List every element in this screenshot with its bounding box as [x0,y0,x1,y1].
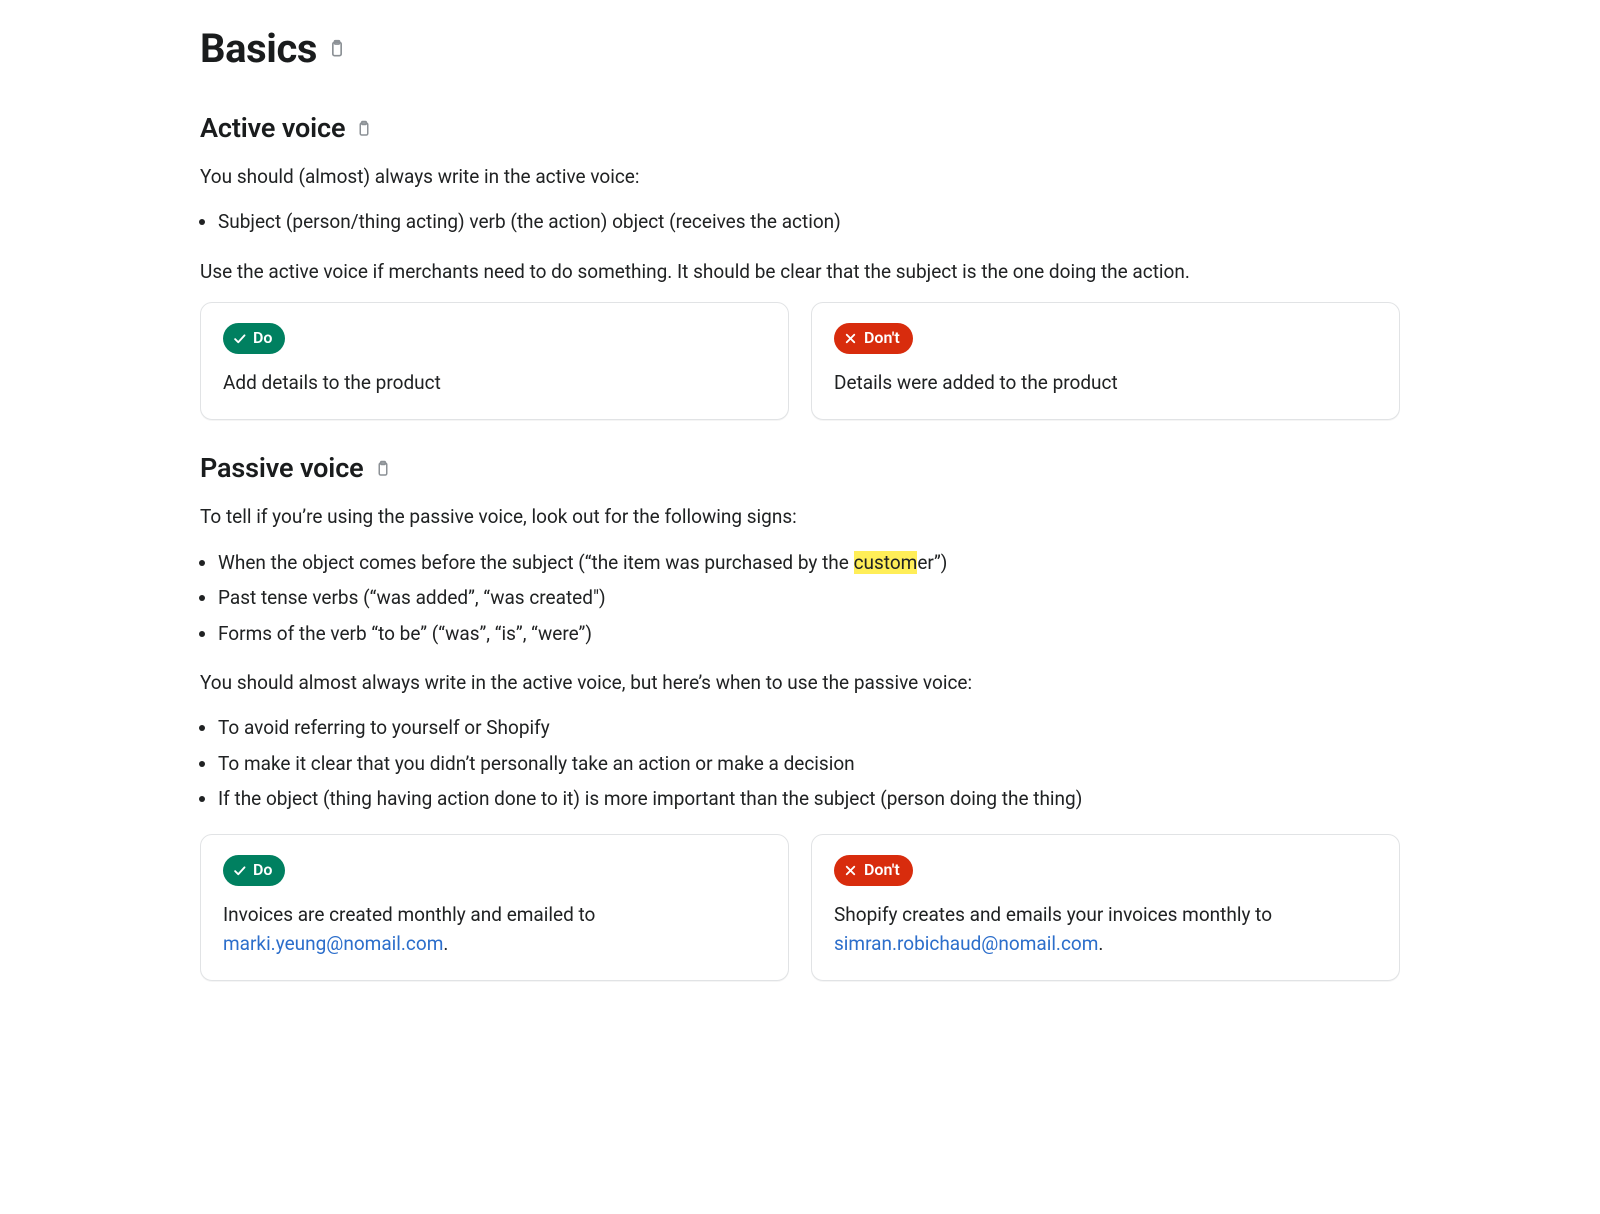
check-icon [232,331,247,346]
list-item: When the object comes before the subject… [218,548,1400,577]
text: Invoices are created monthly and emailed… [223,903,595,926]
bullet-list: When the object comes before the subject… [200,548,1400,648]
x-icon [843,331,858,346]
page-title: Basics [200,18,1400,80]
text: Shopify creates and emails your invoices… [834,903,1272,926]
email-link[interactable]: simran.robichaud@nomail.com [834,932,1098,955]
text: . [443,932,448,955]
list-item: Past tense verbs (“was added”, “was crea… [218,583,1400,612]
bullet-list: Subject (person/thing acting) verb (the … [200,207,1400,236]
do-card: Do Add details to the product [200,302,789,420]
paragraph: You should (almost) always write in the … [200,162,1400,191]
badge-label: Don't [864,858,900,883]
section-heading-active-voice: Active voice [200,108,1400,150]
list-item: To avoid referring to yourself or Shopif… [218,713,1400,742]
list-item: Subject (person/thing acting) verb (the … [218,207,1400,236]
do-badge: Do [223,323,285,354]
dont-card: Don't Shopify creates and emails your in… [811,834,1400,982]
paragraph: To tell if you’re using the passive voic… [200,502,1400,531]
email-link[interactable]: marki.yeung@nomail.com [223,932,443,955]
badge-label: Do [253,326,272,351]
text: When the object comes before the subject… [218,551,854,574]
clipboard-icon[interactable] [374,460,392,478]
check-icon [232,863,247,878]
text: . [1098,932,1103,955]
heading-text: Active voice [200,108,345,150]
section-heading-passive-voice: Passive voice [200,448,1400,490]
card-body: Invoices are created monthly and emailed… [223,900,766,959]
do-badge: Do [223,855,285,886]
badge-label: Don't [864,326,900,351]
highlighted-text: custom [854,551,918,574]
example-cards: Do Invoices are created monthly and emai… [200,834,1400,982]
card-body: Add details to the product [223,368,766,397]
x-icon [843,863,858,878]
clipboard-icon[interactable] [355,120,373,138]
list-item: Forms of the verb “to be” (“was”, “is”, … [218,619,1400,648]
dont-card: Don't Details were added to the product [811,302,1400,420]
clipboard-icon[interactable] [327,39,347,59]
page-title-text: Basics [200,18,317,80]
dont-badge: Don't [834,855,913,886]
example-cards: Do Add details to the product Don't Deta… [200,302,1400,420]
paragraph: Use the active voice if merchants need t… [200,257,1400,286]
text: er”) [917,551,947,574]
card-body: Details were added to the product [834,368,1377,397]
list-item: If the object (thing having action done … [218,784,1400,813]
bullet-list: To avoid referring to yourself or Shopif… [200,713,1400,813]
dont-badge: Don't [834,323,913,354]
do-card: Do Invoices are created monthly and emai… [200,834,789,982]
list-item: To make it clear that you didn’t persona… [218,749,1400,778]
paragraph: You should almost always write in the ac… [200,668,1400,697]
card-body: Shopify creates and emails your invoices… [834,900,1377,959]
badge-label: Do [253,858,272,883]
heading-text: Passive voice [200,448,364,490]
